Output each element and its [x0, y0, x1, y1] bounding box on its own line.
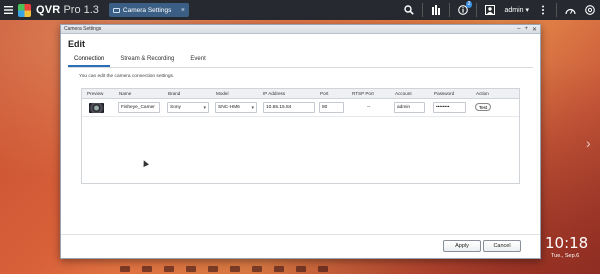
app-version: Pro 1.3 — [63, 4, 99, 16]
divider — [476, 3, 478, 17]
chevron-down-icon: ▾ — [525, 7, 529, 14]
tab-connection[interactable]: Connection — [68, 56, 111, 67]
taskbar-item[interactable] — [142, 266, 152, 272]
tab-camera-settings[interactable]: Camera Settings × — [108, 3, 189, 17]
test-button[interactable]: Test — [475, 103, 491, 111]
camera-settings-dialog: Camera Settings – + ✕ Edit Connection St… — [60, 24, 541, 259]
taskbar — [0, 264, 600, 274]
taskbar-item[interactable] — [274, 266, 284, 272]
taskbar-item[interactable] — [120, 266, 130, 272]
dialog-titlebar[interactable]: Camera Settings – + ✕ — [61, 25, 540, 34]
column-header: Password — [434, 91, 455, 96]
next-arrow-icon[interactable]: › — [586, 135, 596, 153]
qvr-logo-icon — [18, 3, 31, 17]
app-title: QVR — [36, 4, 61, 16]
storage-icon[interactable] — [426, 0, 446, 20]
tab-event[interactable]: Event — [190, 56, 205, 67]
maximize-icon[interactable]: + — [524, 26, 528, 33]
taskbar-item[interactable] — [164, 266, 174, 272]
divider — [449, 3, 451, 17]
divider — [556, 3, 557, 17]
password-input[interactable]: •••••••• — [433, 102, 466, 113]
table-row: Fisheye_Camer Sony SNC-HM6 10.65.15.84 8… — [82, 99, 519, 117]
tab-bar: Connection Stream & Recording Event — [68, 56, 222, 67]
port-input[interactable]: 80 — [319, 102, 344, 113]
tab-label: Camera Settings — [122, 6, 172, 14]
column-header: Brand — [168, 91, 181, 96]
notification-badge: 2 — [465, 1, 473, 8]
more-icon[interactable] — [533, 0, 553, 20]
desktop-clock: 10:18 — [545, 234, 589, 252]
column-header: Model — [216, 91, 229, 96]
page-title: Edit — [68, 39, 85, 49]
menu-icon[interactable] — [2, 0, 14, 20]
top-bar: QVR Pro 1.3 Camera Settings × 2 admin ▾ — [0, 0, 600, 20]
close-icon[interactable]: ✕ — [532, 26, 537, 33]
cancel-button[interactable]: Cancel — [483, 240, 521, 252]
divider — [422, 3, 424, 17]
user-menu[interactable]: admin ▾ — [504, 6, 529, 14]
tab-stream-recording[interactable]: Stream & Recording — [120, 56, 174, 67]
minimize-icon[interactable]: – — [517, 26, 520, 33]
user-icon[interactable] — [480, 0, 500, 20]
taskbar-item[interactable] — [296, 266, 306, 272]
account-input[interactable]: admin — [394, 102, 425, 113]
column-header: Action — [476, 91, 489, 96]
dialog-footer: Apply Cancel — [61, 234, 540, 258]
help-icon[interactable] — [580, 0, 600, 20]
taskbar-item[interactable] — [186, 266, 196, 272]
ip-address-input[interactable]: 10.65.15.84 — [263, 102, 315, 113]
taskbar-item[interactable] — [318, 266, 328, 272]
username: admin — [504, 7, 524, 14]
camera-preview-thumbnail[interactable] — [89, 103, 104, 113]
tab-divider — [68, 67, 533, 68]
camera-table: Preview Name Brand Model IP Address Port… — [81, 88, 520, 184]
desktop-date: Tue., Sep.6 — [551, 253, 580, 259]
dashboard-icon[interactable] — [560, 0, 580, 20]
taskbar-item[interactable] — [230, 266, 240, 272]
taskbar-item[interactable] — [252, 266, 262, 272]
column-header: Name — [119, 91, 132, 96]
column-header: IP Address — [263, 91, 286, 96]
connection-hint: You can edit the camera connection setti… — [79, 74, 175, 79]
model-select[interactable]: SNC-HM6 — [215, 102, 257, 113]
column-header: RTSP Port — [352, 91, 374, 96]
column-header: Port — [320, 91, 329, 96]
info-icon[interactable]: 2 — [453, 0, 473, 20]
tab-close-icon[interactable]: × — [181, 7, 185, 14]
dialog-window-title: Camera Settings — [64, 26, 102, 32]
search-icon[interactable] — [399, 0, 419, 20]
column-header: Account — [395, 91, 412, 96]
table-header: Preview Name Brand Model IP Address Port… — [82, 89, 519, 99]
brand-select[interactable]: Sony — [167, 102, 209, 113]
camera-name-input[interactable]: Fisheye_Camer — [118, 102, 160, 113]
column-header: Preview — [87, 91, 104, 96]
rtsp-port-value: -- — [367, 104, 371, 110]
camera-tab-icon — [112, 7, 120, 13]
taskbar-item[interactable] — [208, 266, 218, 272]
apply-button[interactable]: Apply — [443, 240, 481, 252]
